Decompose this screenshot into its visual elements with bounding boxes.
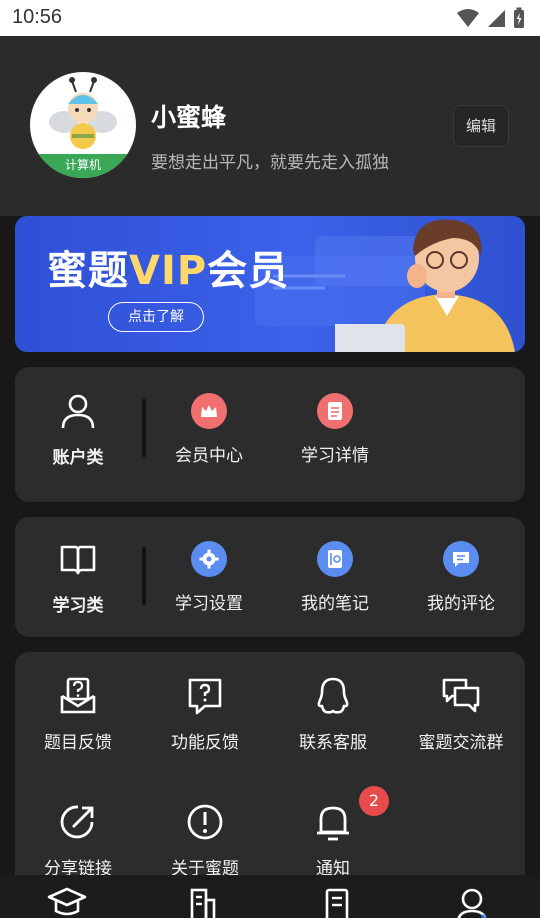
- menu-item-label: 功能反馈: [171, 733, 239, 753]
- menu-item-label: 题目反馈: [44, 733, 112, 753]
- notification-badge: 2: [359, 786, 389, 816]
- banner-person-illustration: [335, 219, 515, 352]
- graduation-cap-icon: [47, 887, 87, 916]
- account-category: 账户类: [15, 391, 141, 468]
- crown-icon: [191, 393, 227, 429]
- account-category-label: 账户类: [52, 448, 104, 468]
- menu-item-label: 我的评论: [427, 594, 495, 614]
- menu-item-study-details[interactable]: 学习详情: [272, 393, 398, 466]
- menu-item-vip-center[interactable]: 会员中心: [146, 393, 272, 466]
- menu-item-study-settings[interactable]: 学习设置: [146, 541, 272, 614]
- menu-item-label: 学习设置: [175, 594, 243, 614]
- menu-item-discussion-group[interactable]: 蜜题交流群: [398, 676, 524, 753]
- menu-item-about[interactable]: 关于蜜题: [142, 802, 268, 879]
- profile-motto: 要想走出平凡，就要先走入孤独: [151, 153, 389, 173]
- menu-item-label: 联系客服: [299, 733, 367, 753]
- banner-learn-more-button[interactable]: 点击了解: [108, 302, 204, 332]
- menu-item-label: 会员中心: [175, 446, 243, 466]
- wifi-icon: [457, 9, 479, 27]
- info-icon: [187, 804, 223, 840]
- nav-tab-notes[interactable]: [312, 885, 362, 918]
- notes-icon: [325, 888, 349, 918]
- menu-item-question-feedback[interactable]: 题目反馈: [15, 676, 141, 753]
- profile-name: 小蜜蜂: [151, 103, 227, 132]
- chat-group-icon: [442, 678, 480, 713]
- bottom-nav: [0, 875, 540, 918]
- status-time: 10:56: [12, 6, 63, 28]
- menu-item-label: 我的笔记: [301, 594, 369, 614]
- menu-item-share-link[interactable]: 分享链接: [15, 802, 141, 879]
- user-icon: [457, 888, 488, 918]
- avatar[interactable]: 计算机: [30, 72, 136, 178]
- menu-item-label: 蜜题交流群: [418, 733, 504, 753]
- chat-question-icon: [188, 678, 222, 715]
- bell-icon: [317, 806, 349, 841]
- edit-button[interactable]: 编辑: [453, 105, 509, 147]
- study-section: 学习类 学习设置 我的笔记 我的评论: [15, 517, 525, 637]
- vip-banner[interactable]: 蜜题VIP会员 点击了解: [15, 216, 525, 352]
- comment-icon: [443, 541, 479, 577]
- study-category-label: 学习类: [52, 596, 104, 616]
- qq-icon: [317, 677, 349, 714]
- more-section: 题目反馈 功能反馈 联系客服 蜜题交流群 分享链接 关于蜜题 2 通知: [15, 652, 525, 892]
- share-icon: [60, 805, 94, 839]
- profile-header: 计算机 小蜜蜂 要想走出平凡，就要先走入孤独 编辑: [0, 36, 540, 216]
- status-bar: 10:56: [0, 0, 540, 36]
- notebook-icon: [317, 541, 353, 577]
- avatar-tag: 计算机: [30, 154, 136, 178]
- signal-icon: [488, 10, 505, 27]
- nav-tab-library[interactable]: [177, 885, 227, 918]
- battery-icon: [514, 7, 524, 28]
- account-section: 账户类 会员中心 学习详情: [15, 367, 525, 502]
- status-icons: [456, 7, 526, 29]
- user-outline-icon: [61, 394, 95, 429]
- nav-tab-profile[interactable]: [447, 885, 497, 918]
- document-icon: [317, 393, 353, 429]
- study-category: 学习类: [15, 539, 141, 616]
- nav-tab-learn[interactable]: [42, 885, 92, 918]
- menu-item-feature-feedback[interactable]: 功能反馈: [142, 676, 268, 753]
- menu-item-label: 学习详情: [301, 446, 369, 466]
- building-icon: [190, 888, 216, 918]
- menu-item-contact-support[interactable]: 联系客服: [270, 676, 396, 753]
- gear-icon: [191, 541, 227, 577]
- mail-question-icon: [60, 677, 96, 714]
- menu-item-my-comments[interactable]: 我的评论: [398, 541, 524, 614]
- menu-item-notifications[interactable]: 2 通知: [270, 786, 396, 879]
- menu-item-my-notes[interactable]: 我的笔记: [272, 541, 398, 614]
- open-book-icon: [60, 545, 96, 575]
- banner-title: 蜜题VIP会员: [47, 248, 290, 294]
